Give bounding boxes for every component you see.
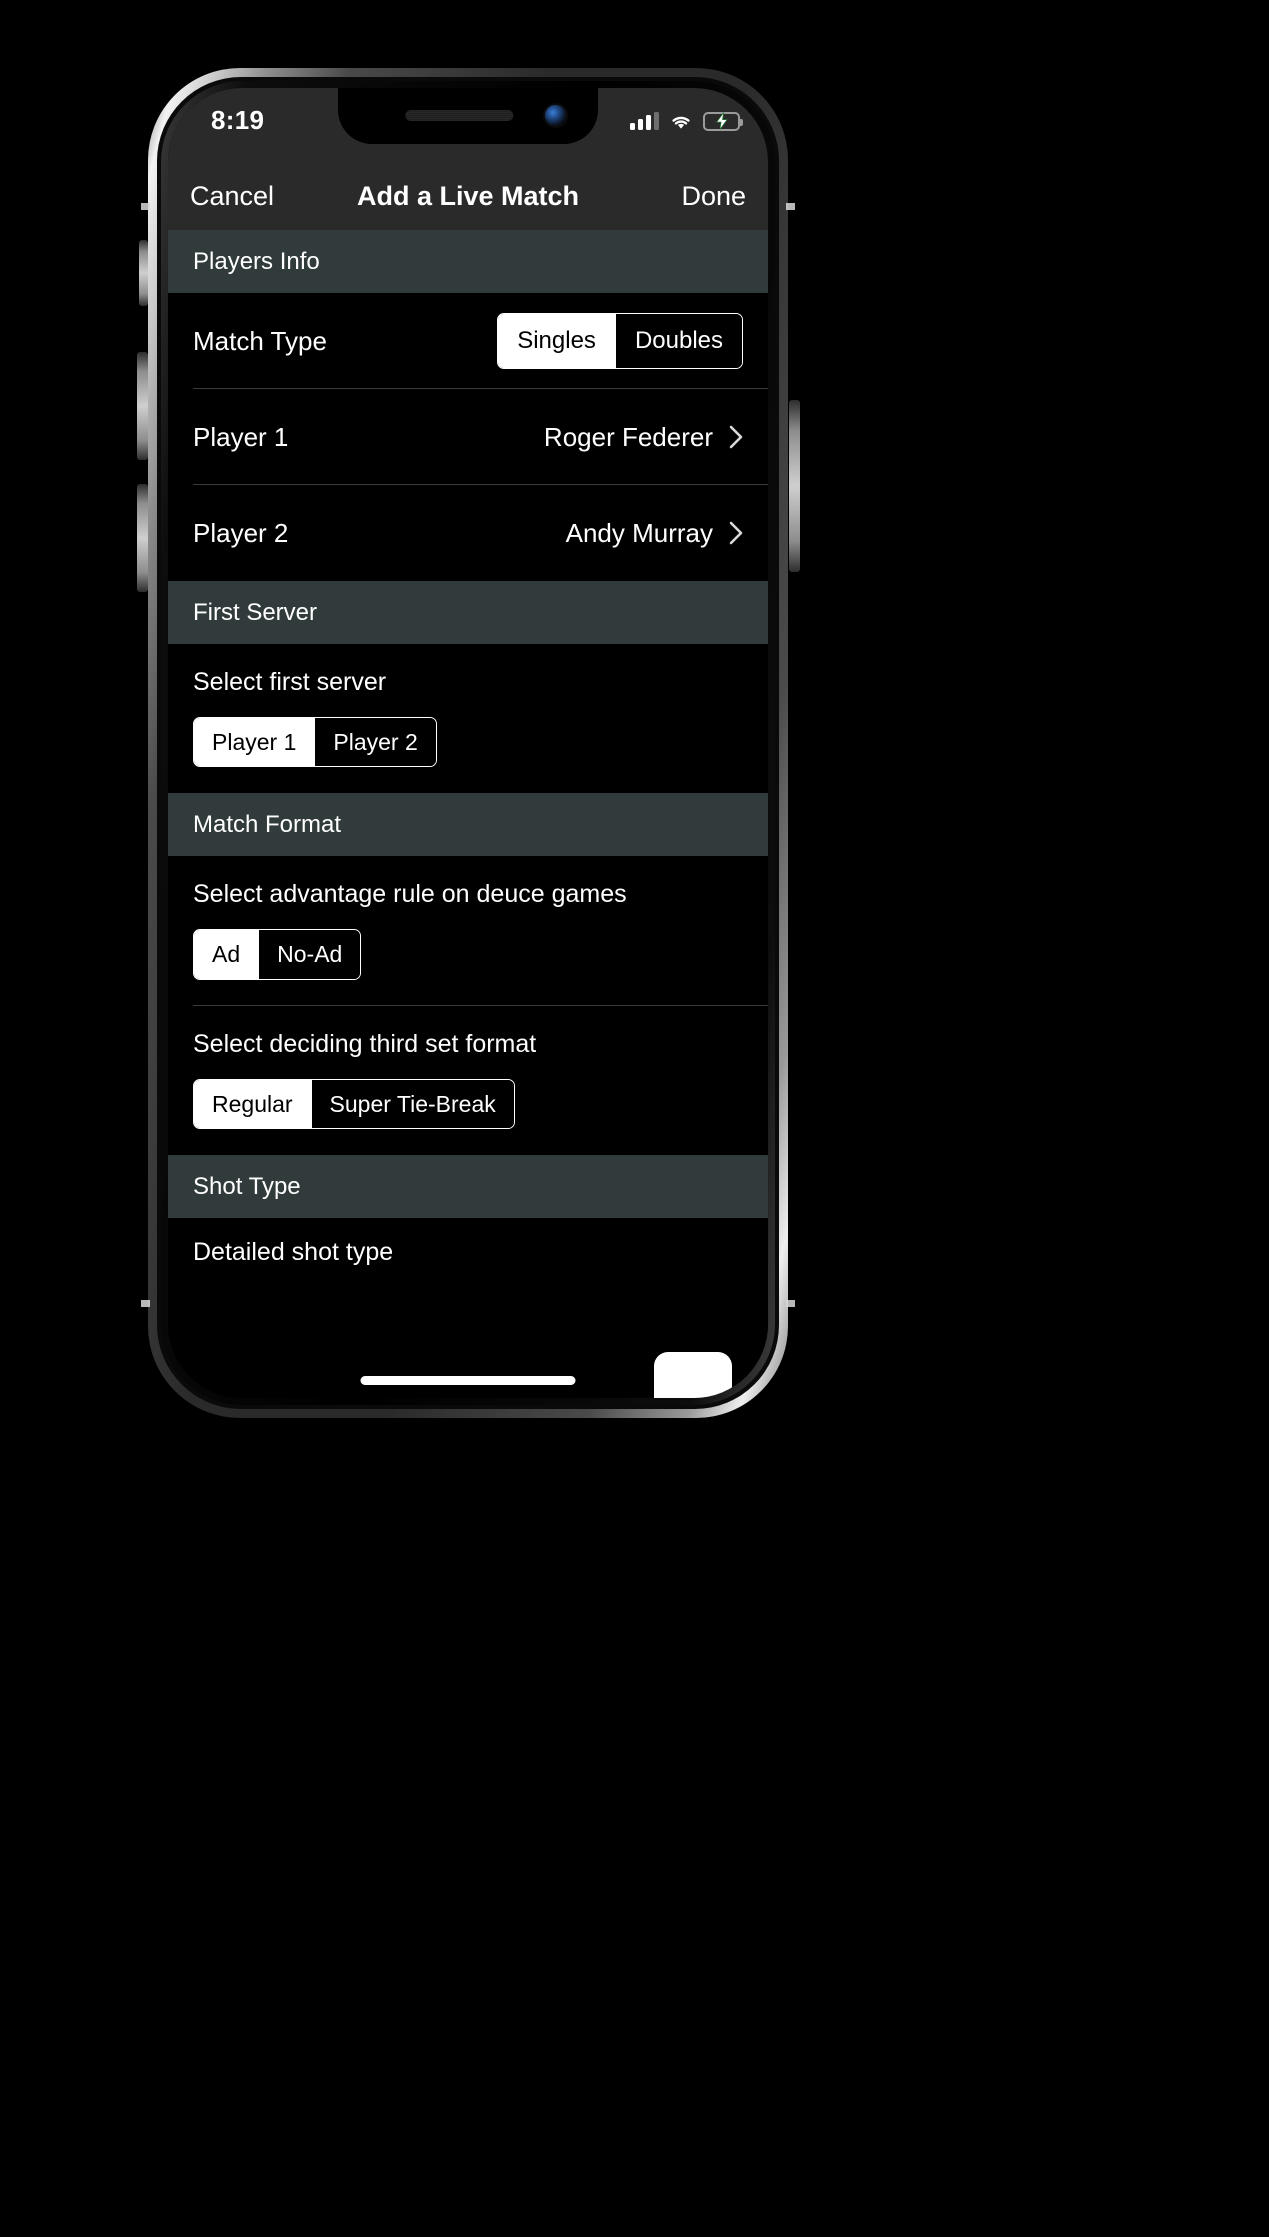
player-1-value: Roger Federer [543,421,713,452]
advantage-rule-segmented-control[interactable]: Ad No-Ad [193,929,362,980]
player-1-label: Player 1 [193,421,289,452]
third-set-format-prompt: Select deciding third set format [193,1029,537,1058]
match-type-segmented-control[interactable]: Singles Doubles [497,313,743,369]
section-header-first-server: First Server [168,581,768,644]
advantage-rule-prompt: Select advantage rule on deuce games [193,880,627,909]
navigation-bar: Cancel Add a Live Match Done [168,162,768,230]
antenna-line [786,203,795,210]
segment-singles[interactable]: Singles [498,314,615,368]
player-2-label: Player 2 [193,517,289,548]
segment-super-tie-break[interactable]: Super Tie-Break [310,1079,514,1129]
player-2-value: Andy Murray [565,517,713,548]
status-bar-icons [630,108,743,134]
volume-up-button[interactable] [137,352,148,460]
status-bar: 8:19 [168,88,768,162]
player-1-row[interactable]: Player 1 Roger Federer [168,389,768,485]
first-server-block: Select first server Player 1 Player 2 [168,644,768,794]
first-server-segmented-control[interactable]: Player 1 Player 2 [193,717,437,768]
silent-switch-button[interactable] [139,240,148,306]
third-set-format-segmented-control[interactable]: Regular Super Tie-Break [193,1078,515,1130]
chevron-right-icon [729,425,743,449]
section-header-match-format: Match Format [168,793,768,857]
third-set-format-block: Select deciding third set format Regular… [168,1005,768,1156]
page-title: Add a Live Match [356,180,580,211]
screenshot-root: 8:19 Cancel Add a Live Match Done Player… [0,0,1269,2237]
earpiece-speaker [405,110,514,121]
cellular-signal-icon [630,112,659,130]
match-type-row: Match Type Singles Doubles [168,293,768,389]
player-2-row[interactable]: Player 2 Andy Murray [168,485,768,581]
segment-first-server-player-2[interactable]: Player 2 [314,718,436,767]
phone-screen: 8:19 Cancel Add a Live Match Done Player… [168,88,768,1398]
shot-type-segmented-control-partial[interactable] [654,1352,732,1398]
cancel-button[interactable]: Cancel [190,181,274,212]
done-button[interactable]: Done [681,181,746,212]
settings-form: Players Info Match Type Singles Doubles … [168,230,768,1398]
antenna-line [141,1300,150,1307]
shot-type-prompt-cutoff: Detailed shot type [193,1238,394,1267]
section-header-shot-type: Shot Type [168,1155,768,1219]
segment-no-ad[interactable]: No-Ad [258,930,361,979]
wifi-icon [669,112,693,130]
segment-regular[interactable]: Regular [194,1079,311,1129]
first-server-prompt: Select first server [193,668,387,696]
power-button[interactable] [789,400,800,572]
match-type-label: Match Type [193,325,327,356]
advantage-rule-block: Select advantage rule on deuce games Ad … [168,856,768,1007]
volume-down-button[interactable] [137,484,148,592]
battery-charging-icon [703,111,743,131]
segment-ad[interactable]: Ad [194,930,259,979]
status-bar-clock: 8:19 [211,105,265,135]
section-header-players-info: Players Info [168,230,768,293]
front-camera-icon [545,105,566,126]
home-indicator[interactable] [360,1376,576,1385]
segment-doubles[interactable]: Doubles [614,314,742,368]
chevron-right-icon [729,521,743,545]
segment-first-server-player-1[interactable]: Player 1 [194,718,315,767]
antenna-line [141,203,150,210]
display-notch [338,88,598,144]
antenna-line [786,1300,795,1307]
